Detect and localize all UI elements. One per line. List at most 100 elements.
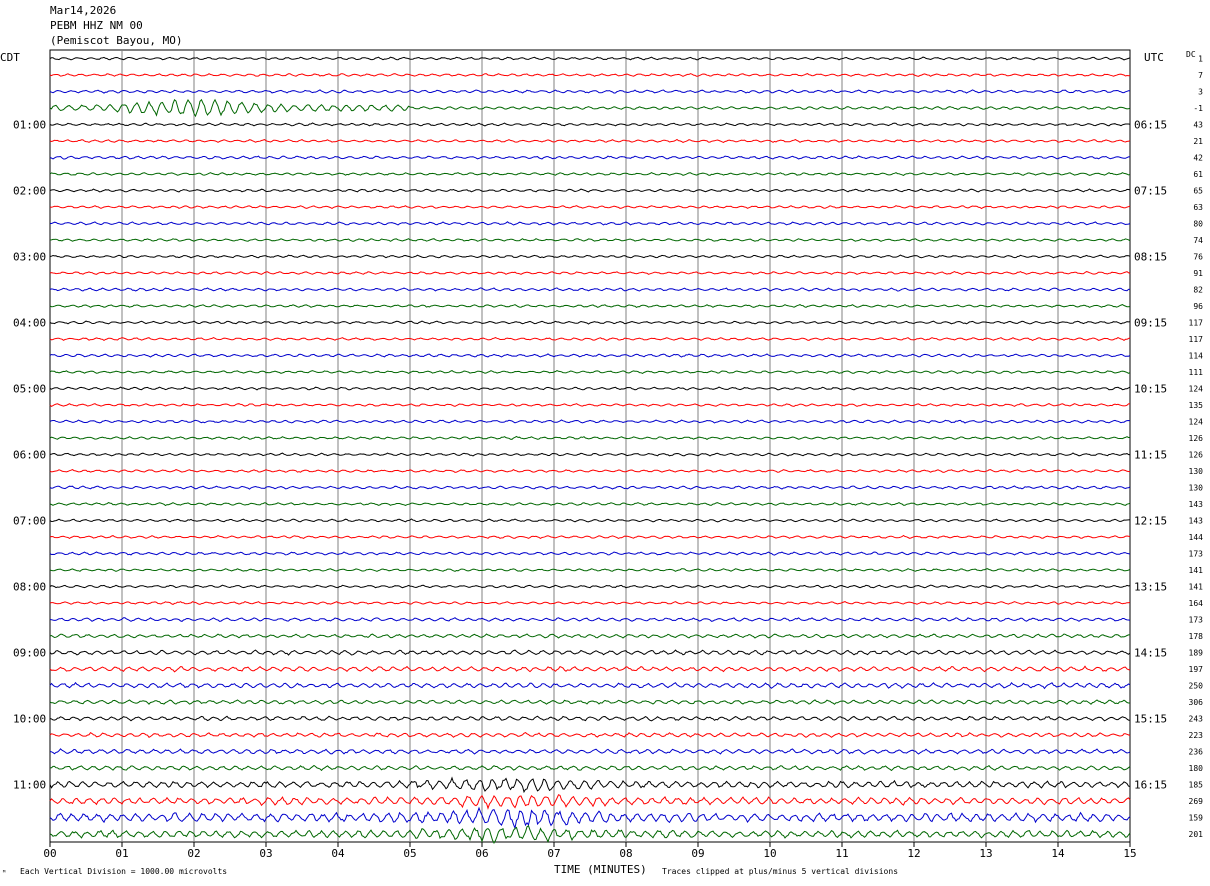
seismic-trace — [49, 73, 1131, 77]
seismic-trace — [49, 715, 1131, 722]
dc-offset-label: 201 — [1189, 830, 1204, 839]
clip-note: Traces clipped at plus/minus 5 vertical … — [662, 867, 899, 876]
left-hour-label: 06:00 — [13, 449, 46, 462]
dc-offset-label: 197 — [1189, 665, 1204, 674]
x-tick-label: 13 — [979, 847, 992, 860]
seismic-trace — [49, 568, 1131, 572]
dc-offset-label: 7 — [1198, 71, 1203, 80]
seismic-trace — [49, 205, 1131, 210]
seismic-trace — [49, 485, 1131, 490]
dc-offset-label: 117 — [1189, 335, 1204, 344]
x-tick-label: 14 — [1051, 847, 1065, 860]
x-tick-label: 09 — [691, 847, 704, 860]
right-hour-label: 07:15 — [1134, 185, 1167, 198]
right-hour-label: 06:15 — [1134, 119, 1167, 132]
dc-offset-label: 144 — [1189, 533, 1204, 542]
seismic-trace — [49, 649, 1131, 656]
dc-offset-label: 111 — [1189, 368, 1204, 377]
left-hour-label: 11:00 — [13, 779, 46, 792]
dc-offset-label: 42 — [1193, 154, 1203, 163]
seismic-trace — [49, 681, 1131, 690]
seismic-trace — [49, 551, 1131, 556]
dc-offset-label: 43 — [1193, 121, 1203, 130]
seismic-trace — [49, 155, 1131, 160]
x-tick-label: 12 — [907, 847, 920, 860]
seismic-trace — [49, 353, 1131, 358]
seismic-trace — [49, 386, 1131, 391]
dc-offset-label: 135 — [1189, 401, 1204, 410]
corner-mark: ᴹ — [2, 869, 7, 877]
seismic-trace — [49, 732, 1131, 738]
dc-offset-label: 173 — [1189, 616, 1204, 625]
plot-frame — [49, 49, 1131, 843]
dc-offset-label: 130 — [1189, 484, 1204, 493]
seismic-trace — [49, 370, 1131, 374]
scale-note: Each Vertical Division = 1000.00 microvo… — [20, 867, 228, 876]
dc-offset-label: 143 — [1189, 517, 1204, 526]
dc-offset-label: 141 — [1189, 566, 1204, 575]
dc-offset-label: -1 — [1193, 104, 1203, 113]
dc-offset-label: 141 — [1189, 583, 1204, 592]
right-hour-label: 10:15 — [1134, 383, 1167, 396]
dc-offset-label: 1 — [1198, 55, 1203, 64]
seismic-trace — [49, 502, 1131, 507]
seismic-trace — [49, 776, 1131, 794]
right-hour-label: 16:15 — [1134, 779, 1167, 792]
dc-offset-label: 124 — [1189, 385, 1204, 394]
left-hour-label: 08:00 — [13, 581, 46, 594]
seismic-trace — [49, 435, 1130, 441]
x-tick-label: 15 — [1123, 847, 1136, 860]
dc-offset-label: 130 — [1189, 467, 1204, 476]
left-hour-label: 10:00 — [13, 713, 46, 726]
x-tick-label: 02 — [187, 847, 200, 860]
dc-offset-label: 223 — [1189, 731, 1204, 740]
seismic-trace — [49, 138, 1131, 143]
dc-header: DC — [1186, 50, 1196, 59]
seismic-trace — [49, 794, 1131, 810]
seismic-trace — [49, 665, 1131, 673]
dc-offset-label: 76 — [1193, 253, 1203, 262]
dc-offset-label: 126 — [1189, 451, 1204, 460]
seismic-trace — [49, 98, 1131, 118]
dc-offset-label: 243 — [1189, 715, 1204, 724]
seismic-trace — [49, 403, 1131, 408]
right-hour-label: 15:15 — [1134, 713, 1167, 726]
seismogram-plot: 00 01 02 03 04 05 06 07 08 09 10 11 12 13 14 15CDT UTC DC… — [0, 49, 1204, 860]
x-tick-label: 10 — [763, 847, 776, 860]
dc-offset-label: 185 — [1189, 781, 1204, 790]
seismic-trace — [49, 238, 1131, 242]
dc-offset-label: 117 — [1189, 319, 1204, 328]
seismic-trace — [49, 172, 1131, 176]
dc-offset-label: 91 — [1193, 269, 1203, 278]
dc-offset-label: 250 — [1189, 682, 1204, 691]
dc-offset-label: 126 — [1189, 434, 1204, 443]
dc-offset-label: 114 — [1189, 352, 1204, 361]
x-tick-label: 11 — [835, 847, 848, 860]
dc-offset-label: 65 — [1193, 187, 1203, 196]
dc-offset-label: 3 — [1198, 88, 1203, 97]
dc-offset-label: 164 — [1189, 599, 1204, 608]
x-tick-label: 07 — [547, 847, 560, 860]
left-hour-label: 09:00 — [13, 647, 46, 660]
seismic-trace — [49, 287, 1131, 292]
right-timezone-label: UTC — [1144, 51, 1164, 64]
left-hour-label: 07:00 — [13, 515, 46, 528]
seismic-trace — [50, 221, 1131, 226]
seismic-trace — [49, 452, 1131, 457]
dc-offset-label: 173 — [1189, 550, 1204, 559]
seismic-trace — [49, 601, 1131, 605]
dc-offset-label: 180 — [1189, 764, 1204, 773]
dc-offset-label: 236 — [1189, 748, 1204, 757]
left-timezone-label: CDT — [0, 51, 20, 64]
dc-offset-label: 82 — [1193, 286, 1203, 295]
seismic-trace — [49, 806, 1131, 830]
dc-offset-label: 269 — [1189, 797, 1204, 806]
dc-offset-label: 21 — [1193, 137, 1203, 146]
seismic-trace — [49, 633, 1131, 639]
right-hour-label: 13:15 — [1134, 581, 1167, 594]
dc-offset-label: 80 — [1193, 220, 1203, 229]
x-tick-label: 03 — [259, 847, 272, 860]
dc-offset-label: 306 — [1189, 698, 1204, 707]
x-tick-label: 01 — [115, 847, 128, 860]
dc-offset-label: 124 — [1189, 418, 1204, 427]
